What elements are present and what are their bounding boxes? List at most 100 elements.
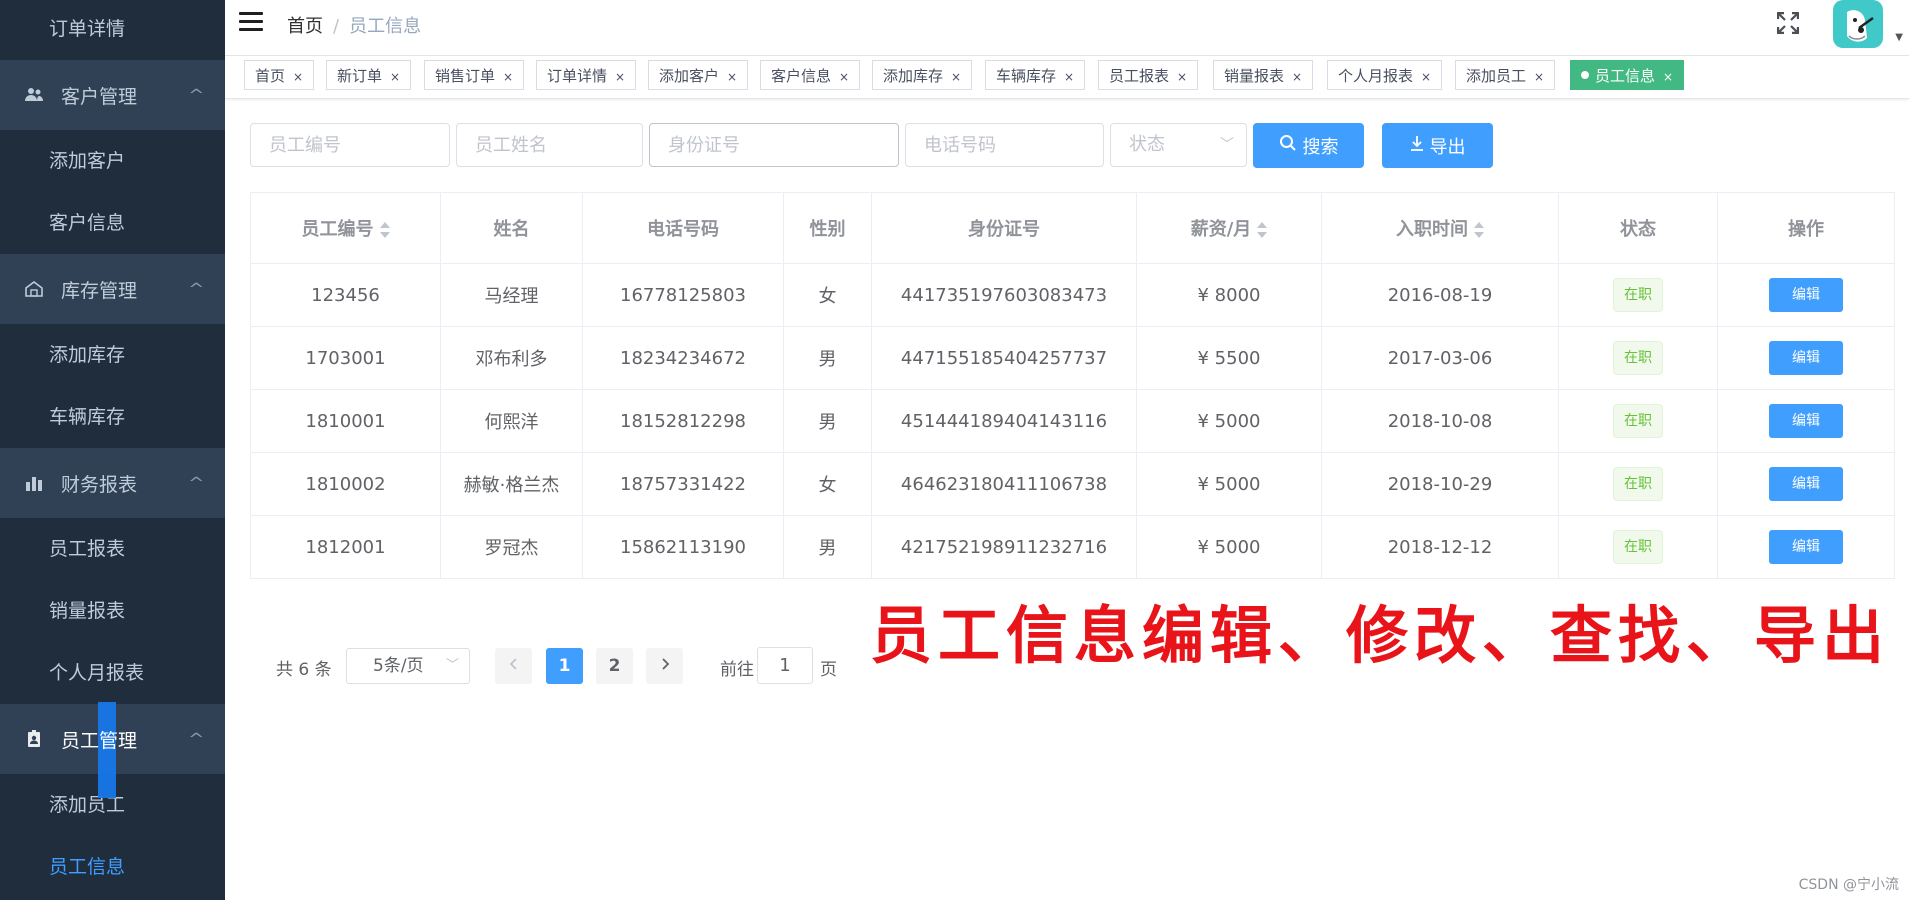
sort-icon[interactable] [379,222,390,238]
col-phone: 电话号码 [582,192,784,264]
close-icon[interactable]: × [503,70,513,84]
sidebar-group-inventory[interactable]: 库存管理 ^ [0,254,225,324]
pagination-goto-label: 前往 [720,660,754,680]
employee-id-input[interactable] [250,123,450,167]
chevron-down-icon: ﹀ [1220,137,1234,153]
col-salary[interactable]: 薪资/月 [1136,192,1322,264]
cell-name: 邓布利多 [440,326,583,390]
tag-item[interactable]: 销售订单 × [424,60,525,90]
tag-item[interactable]: 添加员工 × [1455,60,1556,90]
tag-item[interactable]: 客户信息 × [760,60,861,90]
tag-item[interactable]: 员工报表 × [1098,60,1199,90]
close-icon[interactable]: × [839,70,849,84]
close-icon[interactable]: × [951,70,961,84]
cell-salary: ¥ 5500 [1136,326,1322,390]
close-icon[interactable]: × [1292,70,1302,84]
id-badge-icon [24,729,44,749]
close-icon[interactable]: × [1064,70,1074,84]
tag-item[interactable]: 添加库存 × [872,60,973,90]
breadcrumb-home[interactable]: 首页 [287,16,323,37]
close-icon[interactable]: × [1177,70,1187,84]
pagination-page-suffix: 页 [820,660,837,680]
edit-button[interactable]: 编辑 [1769,278,1843,312]
sidebar-item-employee-report[interactable]: 员工报表 [0,518,225,580]
sidebar-item-customer-info[interactable]: 客户信息 [0,192,225,254]
sidebar-item-personal-report[interactable]: 个人月报表 [0,642,225,704]
close-icon[interactable]: × [615,70,625,84]
sort-icon[interactable] [1257,222,1268,238]
status-badge: 在职 [1613,404,1663,438]
hamburger-menu-icon[interactable] [239,12,263,32]
table-row: 123456 马经理 16778125803 女 441735197603083… [250,263,1895,327]
sidebar-group-finance[interactable]: 财务报表 ^ [0,448,225,518]
page-number-button[interactable]: 1 [546,648,583,684]
table-header-row: 员工编号 姓名 电话号码 性别 身份证号 薪资/月 入职时间 状态 操作 [250,192,1895,264]
tag-item[interactable]: 个人月报表 × [1327,60,1443,90]
cell-name: 何熙洋 [440,389,583,453]
cell-name: 马经理 [440,263,583,327]
cell-employee-id: 1812001 [250,515,441,579]
users-icon [24,85,44,105]
page-number-button[interactable]: 2 [596,648,633,684]
close-icon[interactable]: × [1534,70,1544,84]
tag-item[interactable]: 车辆库存 × [985,60,1086,90]
search-button[interactable]: 搜索 [1253,123,1364,168]
page-jump-input[interactable]: 1 [757,647,813,684]
tag-item[interactable]: 首页 × [244,60,315,90]
sidebar-group-employee[interactable]: 员工管理 ^ [0,701,225,798]
chevron-up-icon: ^ [188,86,205,104]
cell-phone: 15862113190 [582,515,784,579]
tag-item[interactable]: 销量报表 × [1213,60,1314,90]
tag-item[interactable]: 添加客户 × [648,60,749,90]
page-size-select[interactable]: 5条/页 ﹀ [346,648,470,684]
breadcrumb-current: 员工信息 [349,16,422,37]
phone-input[interactable] [905,123,1104,167]
download-icon [1410,135,1424,156]
col-gender: 性别 [783,192,872,264]
edit-button[interactable]: 编辑 [1769,467,1843,501]
close-icon[interactable]: × [1421,70,1431,84]
fullscreen-icon[interactable] [1776,11,1800,35]
sidebar-item-vehicle-inventory[interactable]: 车辆库存 [0,386,225,448]
next-page-button[interactable] [646,648,683,684]
sidebar-item-add-inventory[interactable]: 添加库存 [0,324,225,386]
employee-name-input[interactable] [456,123,643,167]
col-employee-id[interactable]: 员工编号 [250,192,441,264]
cell-hire-date: 2017-03-06 [1321,326,1559,390]
sidebar-item-sales-report[interactable]: 销量报表 [0,580,225,642]
tag-item[interactable]: 新订单 × [326,60,412,90]
sidebar-group-customer[interactable]: 客户管理 ^ [0,60,225,130]
prev-page-button[interactable] [495,648,532,684]
edit-button[interactable]: 编辑 [1769,530,1843,564]
pagination-total: 共 6 条 [276,660,332,680]
edit-button[interactable]: 编辑 [1769,341,1843,375]
close-icon[interactable]: × [727,70,737,84]
edit-button[interactable]: 编辑 [1769,404,1843,438]
close-icon[interactable]: × [390,70,400,84]
sidebar-item-employee-info[interactable]: 员工信息 [0,836,225,898]
tag-item[interactable]: 订单详情 × [536,60,637,90]
avatar[interactable] [1833,0,1883,48]
col-hire-date[interactable]: 入职时间 [1321,192,1559,264]
sidebar-group-label: 客户管理 [61,85,138,108]
sidebar-item-order-detail[interactable]: 订单详情 [0,0,225,60]
sort-icon[interactable] [1474,222,1484,238]
id-card-input[interactable] [649,123,899,167]
cell-salary: ¥ 5000 [1136,389,1322,453]
bar-chart-icon [24,473,44,493]
cell-hire-date: 2016-08-19 [1321,263,1559,327]
sidebar-item-add-customer[interactable]: 添加客户 [0,130,225,192]
chevron-right-icon [661,658,669,670]
active-dot-icon [1581,70,1589,79]
status-select[interactable]: 状态 ﹀ [1110,123,1247,167]
cell-hire-date: 2018-10-29 [1321,452,1559,516]
export-button[interactable]: 导出 [1382,123,1493,168]
tag-item-active[interactable]: 员工信息 × [1570,60,1685,90]
cell-id-card: 447155185404257737 [871,326,1137,390]
close-icon[interactable]: × [1663,70,1673,84]
tags-view: 首页 × 新订单 × 销售订单 × 订单详情 × 添加客户 × 客户信息 × 添加库存 × 车… [225,56,1909,99]
cell-salary: ¥ 8000 [1136,263,1322,327]
caret-down-icon[interactable]: ▼ [1895,32,1903,43]
close-icon[interactable]: × [293,70,303,84]
table-row: 1810001 何熙洋 18152812298 男 45144418940414… [250,389,1895,453]
